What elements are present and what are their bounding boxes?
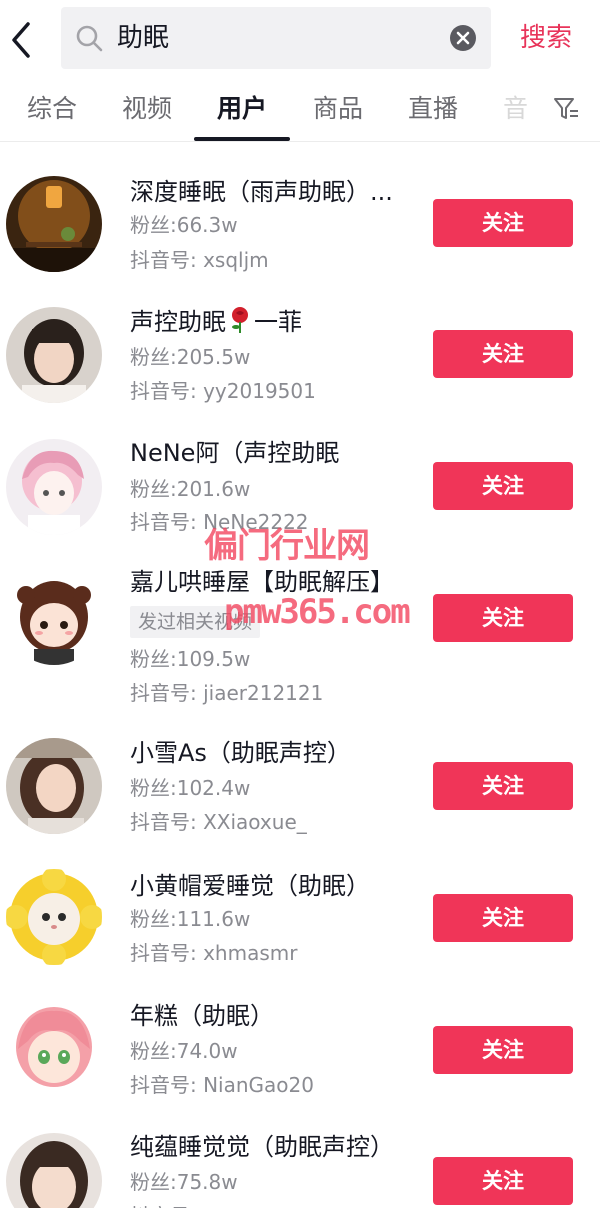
rose-icon	[232, 307, 248, 333]
fan-count: 粉丝:102.4w	[130, 776, 251, 800]
avatar[interactable]	[6, 738, 102, 834]
user-name: 嘉儿哄睡屋【助眠解压】	[130, 568, 394, 596]
user-name: 声控助眠 一菲	[130, 307, 302, 336]
user-list-item[interactable]: 小黄帽爱睡觉（助眠） 粉丝:111.6w 抖音号: xhmasmr 关注	[0, 856, 600, 988]
follow-button[interactable]: 关注	[433, 199, 573, 247]
fan-count: 粉丝:74.0w	[130, 1039, 238, 1063]
user-name: 小黄帽爱睡觉（助眠）	[130, 872, 370, 900]
avatar[interactable]	[6, 176, 102, 272]
user-list-item[interactable]: NeNe阿（声控助眠 粉丝:201.6w 抖音号: NeNe2222 关注	[0, 424, 600, 556]
active-tab-indicator	[194, 137, 290, 141]
douyin-id: 抖音号: XXiaoxue_	[130, 810, 307, 834]
user-name: 年糕（助眠）	[130, 1002, 274, 1030]
follow-button[interactable]: 关注	[433, 462, 573, 510]
user-list-item[interactable]: 深度睡眠（雨声助眠）... 粉丝:66.3w 抖音号: xsqljm 关注	[0, 160, 600, 292]
user-list-item[interactable]: 年糕（助眠） 粉丝:74.0w 抖音号: NianGao20 关注	[0, 988, 600, 1120]
avatar[interactable]	[6, 1133, 102, 1208]
fan-count: 粉丝:111.6w	[130, 907, 251, 931]
follow-button[interactable]: 关注	[433, 762, 573, 810]
search-header: 助眠 搜索	[0, 0, 600, 80]
avatar[interactable]	[6, 1001, 102, 1097]
search-query: 助眠	[117, 23, 170, 53]
tab-videos[interactable]: 视频	[122, 92, 172, 126]
follow-button[interactable]: 关注	[433, 1026, 573, 1074]
tab-users[interactable]: 用户	[217, 92, 267, 126]
follow-button[interactable]: 关注	[433, 1157, 573, 1205]
fan-count: 粉丝:201.6w	[130, 477, 251, 501]
filter-icon[interactable]	[552, 94, 580, 124]
user-name: 深度睡眠（雨声助眠）...	[130, 178, 393, 206]
related-video-badge: 发过相关视频	[130, 606, 261, 638]
tab-general[interactable]: 综合	[27, 92, 77, 126]
user-list-item[interactable]: 小雪As（助眠声控） 粉丝:102.4w 抖音号: XXiaoxue_ 关注	[0, 724, 600, 856]
douyin-id: 抖音号: xhmasmr	[130, 941, 298, 965]
back-arrow-icon[interactable]	[4, 18, 40, 62]
avatar[interactable]	[6, 439, 102, 535]
douyin-id: 抖音号: NeNe2222	[130, 510, 309, 534]
fan-count: 粉丝:75.8w	[130, 1170, 238, 1194]
douyin-id: 抖音号: NianGao20	[130, 1073, 314, 1097]
douyin-id: 抖音号: xsqljm	[130, 248, 269, 272]
douyin-id: 抖音号: yy2019501	[130, 379, 316, 403]
douyin-id: 抖音号: jiaer212121	[130, 681, 324, 705]
avatar[interactable]	[6, 569, 102, 665]
user-list-item[interactable]: 嘉儿哄睡屋【助眠解压】 发过相关视频 粉丝:109.5w 抖音号: jiaer2…	[0, 556, 600, 724]
user-list-item[interactable]: 声控助眠 一菲 粉丝:205.5w 抖音号: yy2019501 关注	[0, 292, 600, 424]
clear-icon[interactable]	[449, 24, 477, 52]
avatar[interactable]	[6, 307, 102, 403]
user-name: 小雪As（助眠声控）	[130, 739, 351, 767]
avatar[interactable]	[6, 869, 102, 965]
user-name: 纯蕴睡觉觉（助眠声控）	[130, 1133, 394, 1161]
tab-products[interactable]: 商品	[313, 92, 363, 126]
tab-bar: 综合 视频 用户 商品 直播 音	[0, 82, 600, 142]
search-icon	[76, 25, 103, 52]
douyin-id: 抖音号:	[130, 1202, 197, 1208]
user-name: NeNe阿（声控助眠	[130, 439, 340, 467]
fan-count: 粉丝:66.3w	[130, 213, 238, 237]
follow-button[interactable]: 关注	[433, 330, 573, 378]
fan-count: 粉丝:205.5w	[130, 345, 251, 369]
user-list-item[interactable]: 纯蕴睡觉觉（助眠声控） 粉丝:75.8w 抖音号: 关注	[0, 1120, 600, 1208]
search-input[interactable]: 助眠	[61, 7, 491, 69]
follow-button[interactable]: 关注	[433, 894, 573, 942]
fan-count: 粉丝:109.5w	[130, 647, 251, 671]
tab-live[interactable]: 直播	[408, 92, 458, 126]
search-button[interactable]: 搜索	[520, 18, 572, 58]
tab-music[interactable]: 音	[503, 92, 528, 126]
follow-button[interactable]: 关注	[433, 594, 573, 642]
